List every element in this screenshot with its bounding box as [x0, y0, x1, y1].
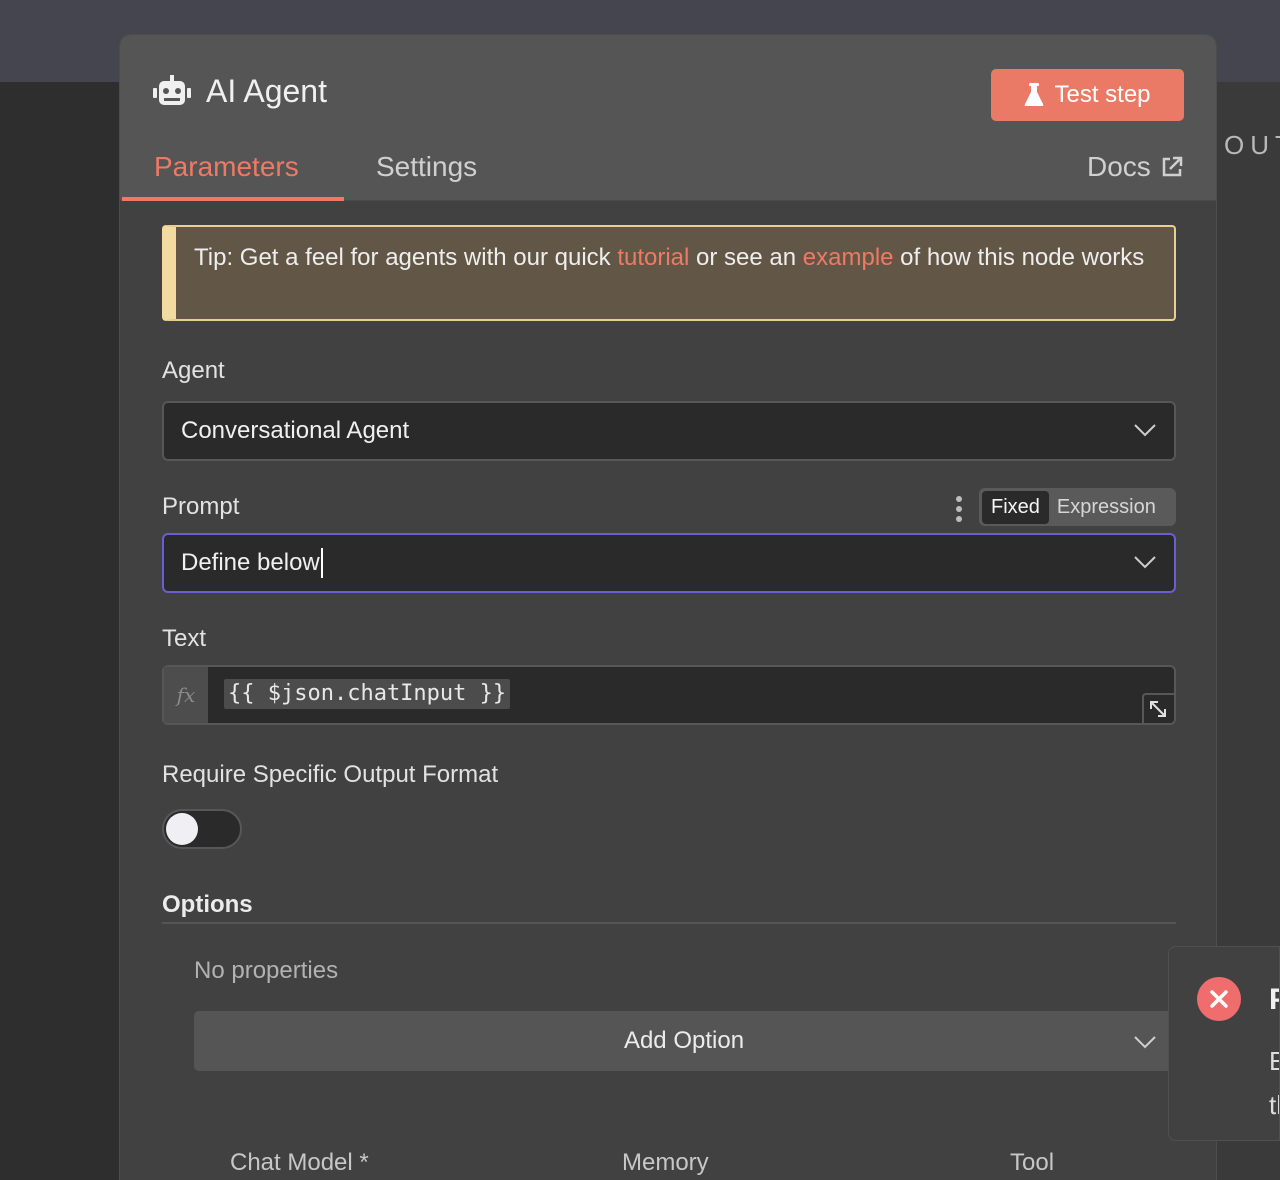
toast-message: Error in sub-node. Check the node parame…: [1269, 1046, 1279, 1120]
test-step-button[interactable]: Test step: [991, 69, 1184, 121]
expand-editor-button[interactable]: [1142, 693, 1174, 723]
error-toast: Problem running workflow Error in sub-no…: [1168, 946, 1280, 1141]
mode-expression-option[interactable]: Expression: [1049, 491, 1164, 524]
text-label: Text: [162, 625, 207, 652]
chevron-down-icon: [1134, 556, 1156, 569]
docs-link[interactable]: Docs: [1087, 151, 1183, 183]
test-step-label: Test step: [1054, 81, 1151, 108]
robot-icon: [153, 75, 191, 105]
connection-memory[interactable]: Memory: [622, 1149, 709, 1177]
tip-text-suffix: of how this node works: [893, 244, 1145, 271]
agent-label: Agent: [162, 357, 225, 384]
mode-fixed-option[interactable]: Fixed: [982, 490, 1049, 524]
tab-settings[interactable]: Settings: [376, 151, 477, 183]
output-format-toggle[interactable]: [162, 809, 242, 849]
example-link[interactable]: example: [803, 244, 894, 271]
toggle-knob: [166, 813, 198, 845]
tip-text-prefix: Tip: Get a feel for agents with our quic…: [194, 244, 618, 271]
chevron-down-icon: [1134, 424, 1156, 437]
more-options-icon[interactable]: [952, 495, 966, 523]
panel-header: AI Agent Test step Parameters Settings D…: [120, 35, 1216, 201]
connection-tool[interactable]: Tool: [1010, 1149, 1054, 1177]
chevron-down-icon: [1134, 1036, 1156, 1049]
connection-chat-model[interactable]: Chat Model *: [230, 1149, 369, 1177]
text-cursor: [320, 548, 323, 578]
flask-icon: [1025, 83, 1044, 106]
add-option-button[interactable]: Add Option: [194, 1011, 1174, 1071]
output-format-label: Require Specific Output Format: [162, 761, 499, 788]
prompt-select-value: Define below: [181, 549, 320, 576]
no-properties-text: No properties: [194, 957, 339, 984]
expression-value: {{ $json.chatInput }}: [224, 679, 511, 709]
tab-parameters[interactable]: Parameters: [154, 151, 299, 183]
tutorial-link[interactable]: tutorial: [617, 244, 689, 271]
add-option-label: Add Option: [623, 1027, 745, 1054]
agent-select[interactable]: Conversational Agent: [162, 401, 1176, 461]
expand-icon: [1150, 701, 1166, 717]
node-title: AI Agent: [206, 73, 327, 109]
fixed-expression-toggle: Fixed Expression: [979, 488, 1176, 526]
options-divider: [162, 922, 1176, 924]
fx-badge: fx: [164, 667, 208, 723]
agent-select-value: Conversational Agent: [181, 417, 410, 444]
docs-label: Docs: [1087, 151, 1151, 182]
text-expression-input[interactable]: fx {{ $json.chatInput }}: [162, 665, 1176, 725]
external-link-icon: [1162, 156, 1183, 177]
prompt-label: Prompt: [162, 493, 240, 520]
active-tab-indicator: [122, 197, 344, 201]
output-panel-label: OUTPUT: [1224, 130, 1280, 160]
options-heading: Options: [162, 891, 253, 918]
prompt-select[interactable]: Define below: [162, 533, 1176, 593]
error-icon: [1197, 977, 1241, 1021]
tip-text-middle: or see an: [689, 244, 803, 271]
toast-title: Problem running workflow: [1269, 983, 1279, 1017]
tip-callout: Tip: Get a feel for agents with our quic…: [162, 225, 1176, 321]
node-parameters-panel: AI Agent Test step Parameters Settings D…: [119, 34, 1217, 1180]
